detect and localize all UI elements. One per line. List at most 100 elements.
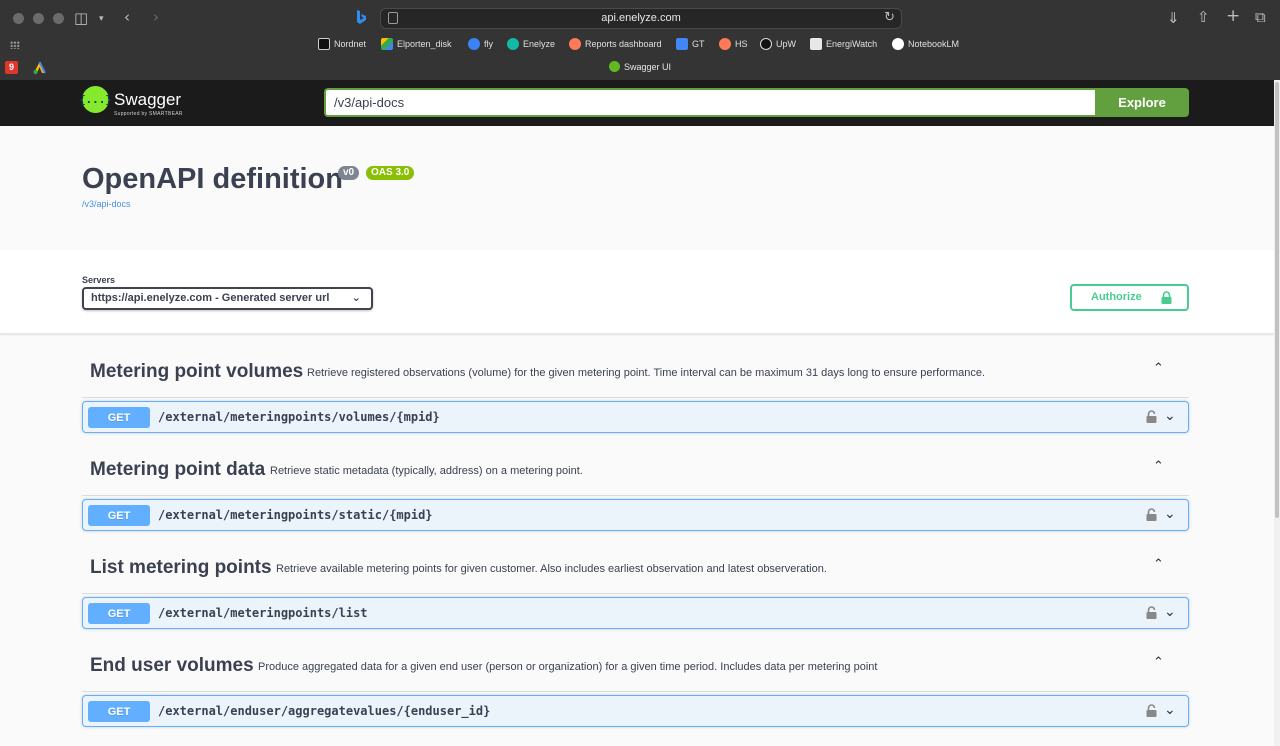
active-tab-title: Swagger UI bbox=[623, 62, 672, 72]
tag-description: Produce aggregated data for a given end … bbox=[258, 661, 878, 673]
chevron-down-icon[interactable]: ⌄ bbox=[1164, 702, 1176, 718]
window-controls[interactable] bbox=[13, 13, 64, 24]
servers-label: Servers bbox=[82, 275, 116, 285]
share-icon[interactable]: ⇧ bbox=[1197, 9, 1210, 25]
api-docs-link[interactable]: /v3/api-docs bbox=[82, 199, 131, 209]
operation-get-static[interactable]: GET /external/meteringpoints/static/{mpi… bbox=[82, 499, 1189, 531]
swagger-logo[interactable]: {...} Swagger bbox=[79, 86, 182, 113]
address-bar[interactable]: api.enelyze.com ↻ bbox=[380, 8, 902, 29]
bookmark-label: fly bbox=[484, 39, 493, 49]
tag-description: Retrieve available metering points for g… bbox=[276, 563, 827, 575]
sidebar-toggle-icon[interactable]: ◫ bbox=[74, 10, 88, 26]
forward-arrow-icon[interactable]: › bbox=[153, 9, 159, 25]
bookmark-label: Nordnet bbox=[334, 39, 367, 49]
operation-get-aggregatevalues[interactable]: GET /external/enduser/aggregatevalues/{e… bbox=[82, 695, 1189, 727]
tag-section-end-user-volumes: End user volumes Produce aggregated data… bbox=[82, 629, 1189, 727]
tag-description: Retrieve static metadata (typically, add… bbox=[270, 465, 583, 477]
chevron-up-icon[interactable]: ⌃ bbox=[1153, 459, 1164, 474]
nordnet-icon bbox=[318, 38, 330, 50]
tag-name: List metering points bbox=[90, 557, 272, 578]
page-scrollbar[interactable] bbox=[1274, 80, 1280, 746]
explore-button[interactable]: Explore bbox=[1095, 88, 1189, 117]
tag-header[interactable]: End user volumes Produce aggregated data… bbox=[82, 629, 1189, 692]
bookmark-energiwatch[interactable]: EnergiWatch bbox=[810, 38, 877, 50]
tab-overview-icon[interactable]: ⧉ bbox=[1255, 9, 1266, 25]
swagger-logo-icon: {...} bbox=[79, 86, 112, 113]
bookmark-label: Reports dashboard bbox=[585, 39, 662, 49]
version-badge: v0 bbox=[338, 166, 360, 180]
lock-icon[interactable] bbox=[1146, 410, 1157, 423]
tag-header[interactable]: Metering point data Retrieve static meta… bbox=[82, 433, 1189, 496]
tag-name: Metering point volumes bbox=[90, 361, 304, 382]
bookmark-hs[interactable]: HS bbox=[719, 38, 748, 50]
notebooklm-icon bbox=[892, 38, 904, 50]
bookmarks-bar: Nordnet Elporten_disk fly Enelyze Report… bbox=[0, 36, 1280, 54]
bookmark-gt[interactable]: GT bbox=[676, 38, 705, 50]
operation-path: /external/meteringpoints/static/{mpid} bbox=[158, 508, 433, 522]
bookmark-fly[interactable]: fly bbox=[468, 38, 493, 50]
swagger-logo-text: Swagger bbox=[114, 90, 182, 109]
bookmark-reports-dashboard[interactable]: Reports dashboard bbox=[569, 38, 662, 50]
lock-icon bbox=[1161, 291, 1172, 304]
close-window-button[interactable] bbox=[13, 13, 24, 24]
api-info: OpenAPI definition v0 OAS 3.0 /v3/api-do… bbox=[0, 126, 1274, 250]
enelyze-icon bbox=[507, 38, 519, 50]
tag-header[interactable]: List metering points Retrieve available … bbox=[82, 531, 1189, 594]
chevron-up-icon[interactable]: ⌃ bbox=[1153, 655, 1164, 670]
new-tab-icon[interactable]: + bbox=[1226, 8, 1240, 25]
browser-chrome: ◫ ▾ ‹ › api.enelyze.com ↻ ⇓ ⇧ + ⧉ Nordne… bbox=[0, 0, 1280, 80]
active-tab[interactable]: Swagger UI bbox=[0, 61, 1280, 72]
servers-selected-value: https://api.enelyze.com - Generated serv… bbox=[91, 292, 330, 304]
bookmark-upw[interactable]: UpW bbox=[760, 38, 796, 50]
operation-get-volumes[interactable]: GET /external/meteringpoints/volumes/{mp… bbox=[82, 401, 1189, 433]
chevron-down-icon[interactable]: ⌄ bbox=[1164, 408, 1176, 424]
tag-header[interactable]: Metering point volumes Retrieve register… bbox=[82, 335, 1189, 398]
hubspot-icon bbox=[569, 38, 581, 50]
chevron-up-icon[interactable]: ⌃ bbox=[1153, 557, 1164, 572]
authorize-label: Authorize bbox=[1091, 291, 1142, 303]
bookmark-nordnet[interactable]: Nordnet bbox=[318, 38, 366, 50]
fly-icon bbox=[468, 38, 480, 50]
translate-icon bbox=[676, 38, 688, 50]
oas-badge: OAS 3.0 bbox=[366, 166, 415, 180]
minimize-window-button[interactable] bbox=[33, 13, 44, 24]
bookmark-notebooklm[interactable]: NotebookLM bbox=[892, 38, 959, 50]
drive-icon bbox=[381, 38, 393, 50]
chevron-down-icon[interactable]: ⌄ bbox=[1164, 604, 1176, 620]
method-badge: GET bbox=[88, 603, 150, 624]
operation-get-list[interactable]: GET /external/meteringpoints/list ⌄ bbox=[82, 597, 1189, 629]
spec-url-input[interactable]: /v3/api-docs bbox=[324, 88, 1096, 117]
swagger-tab-icon bbox=[608, 61, 620, 72]
chevron-down-icon: ⌄ bbox=[351, 291, 361, 304]
lock-icon[interactable] bbox=[1146, 704, 1157, 717]
tag-section-metering-point-data: Metering point data Retrieve static meta… bbox=[82, 433, 1189, 531]
energiwatch-icon bbox=[810, 38, 822, 50]
tag-name: Metering point data bbox=[90, 459, 266, 480]
lock-icon[interactable] bbox=[1146, 508, 1157, 521]
servers-select[interactable]: https://api.enelyze.com - Generated serv… bbox=[82, 287, 373, 310]
hubspot-icon bbox=[719, 38, 731, 50]
bookmark-label: Enelyze bbox=[523, 39, 556, 49]
scheme-container: Servers https://api.enelyze.com - Genera… bbox=[0, 250, 1274, 334]
bookmark-enelyze[interactable]: Enelyze bbox=[507, 38, 555, 50]
upwork-icon bbox=[760, 38, 772, 50]
swagger-logo-subtitle: Supported by SMARTBEAR bbox=[114, 111, 183, 117]
bookmark-label: Elporten_disk bbox=[397, 39, 452, 49]
back-arrow-icon[interactable]: ‹ bbox=[124, 9, 130, 25]
chevron-down-icon[interactable]: ▾ bbox=[99, 11, 104, 27]
zoom-window-button[interactable] bbox=[53, 13, 64, 24]
tag-description: Retrieve registered observations (volume… bbox=[307, 367, 986, 379]
method-badge: GET bbox=[88, 505, 150, 526]
chevron-up-icon[interactable]: ⌃ bbox=[1153, 361, 1164, 376]
operation-path: /external/meteringpoints/list bbox=[158, 606, 368, 620]
method-badge: GET bbox=[88, 407, 150, 428]
bookmark-elporten-disk[interactable]: Elporten_disk bbox=[381, 38, 452, 50]
reload-icon[interactable]: ↻ bbox=[884, 10, 895, 25]
bookmark-label: UpW bbox=[776, 39, 796, 49]
scrollbar-thumb[interactable] bbox=[1275, 82, 1279, 518]
bookmark-label: GT bbox=[692, 39, 705, 49]
downloads-icon[interactable]: ⇓ bbox=[1167, 10, 1180, 26]
chevron-down-icon[interactable]: ⌄ bbox=[1164, 506, 1176, 522]
authorize-button[interactable]: Authorize bbox=[1070, 284, 1189, 311]
lock-icon[interactable] bbox=[1146, 606, 1157, 619]
